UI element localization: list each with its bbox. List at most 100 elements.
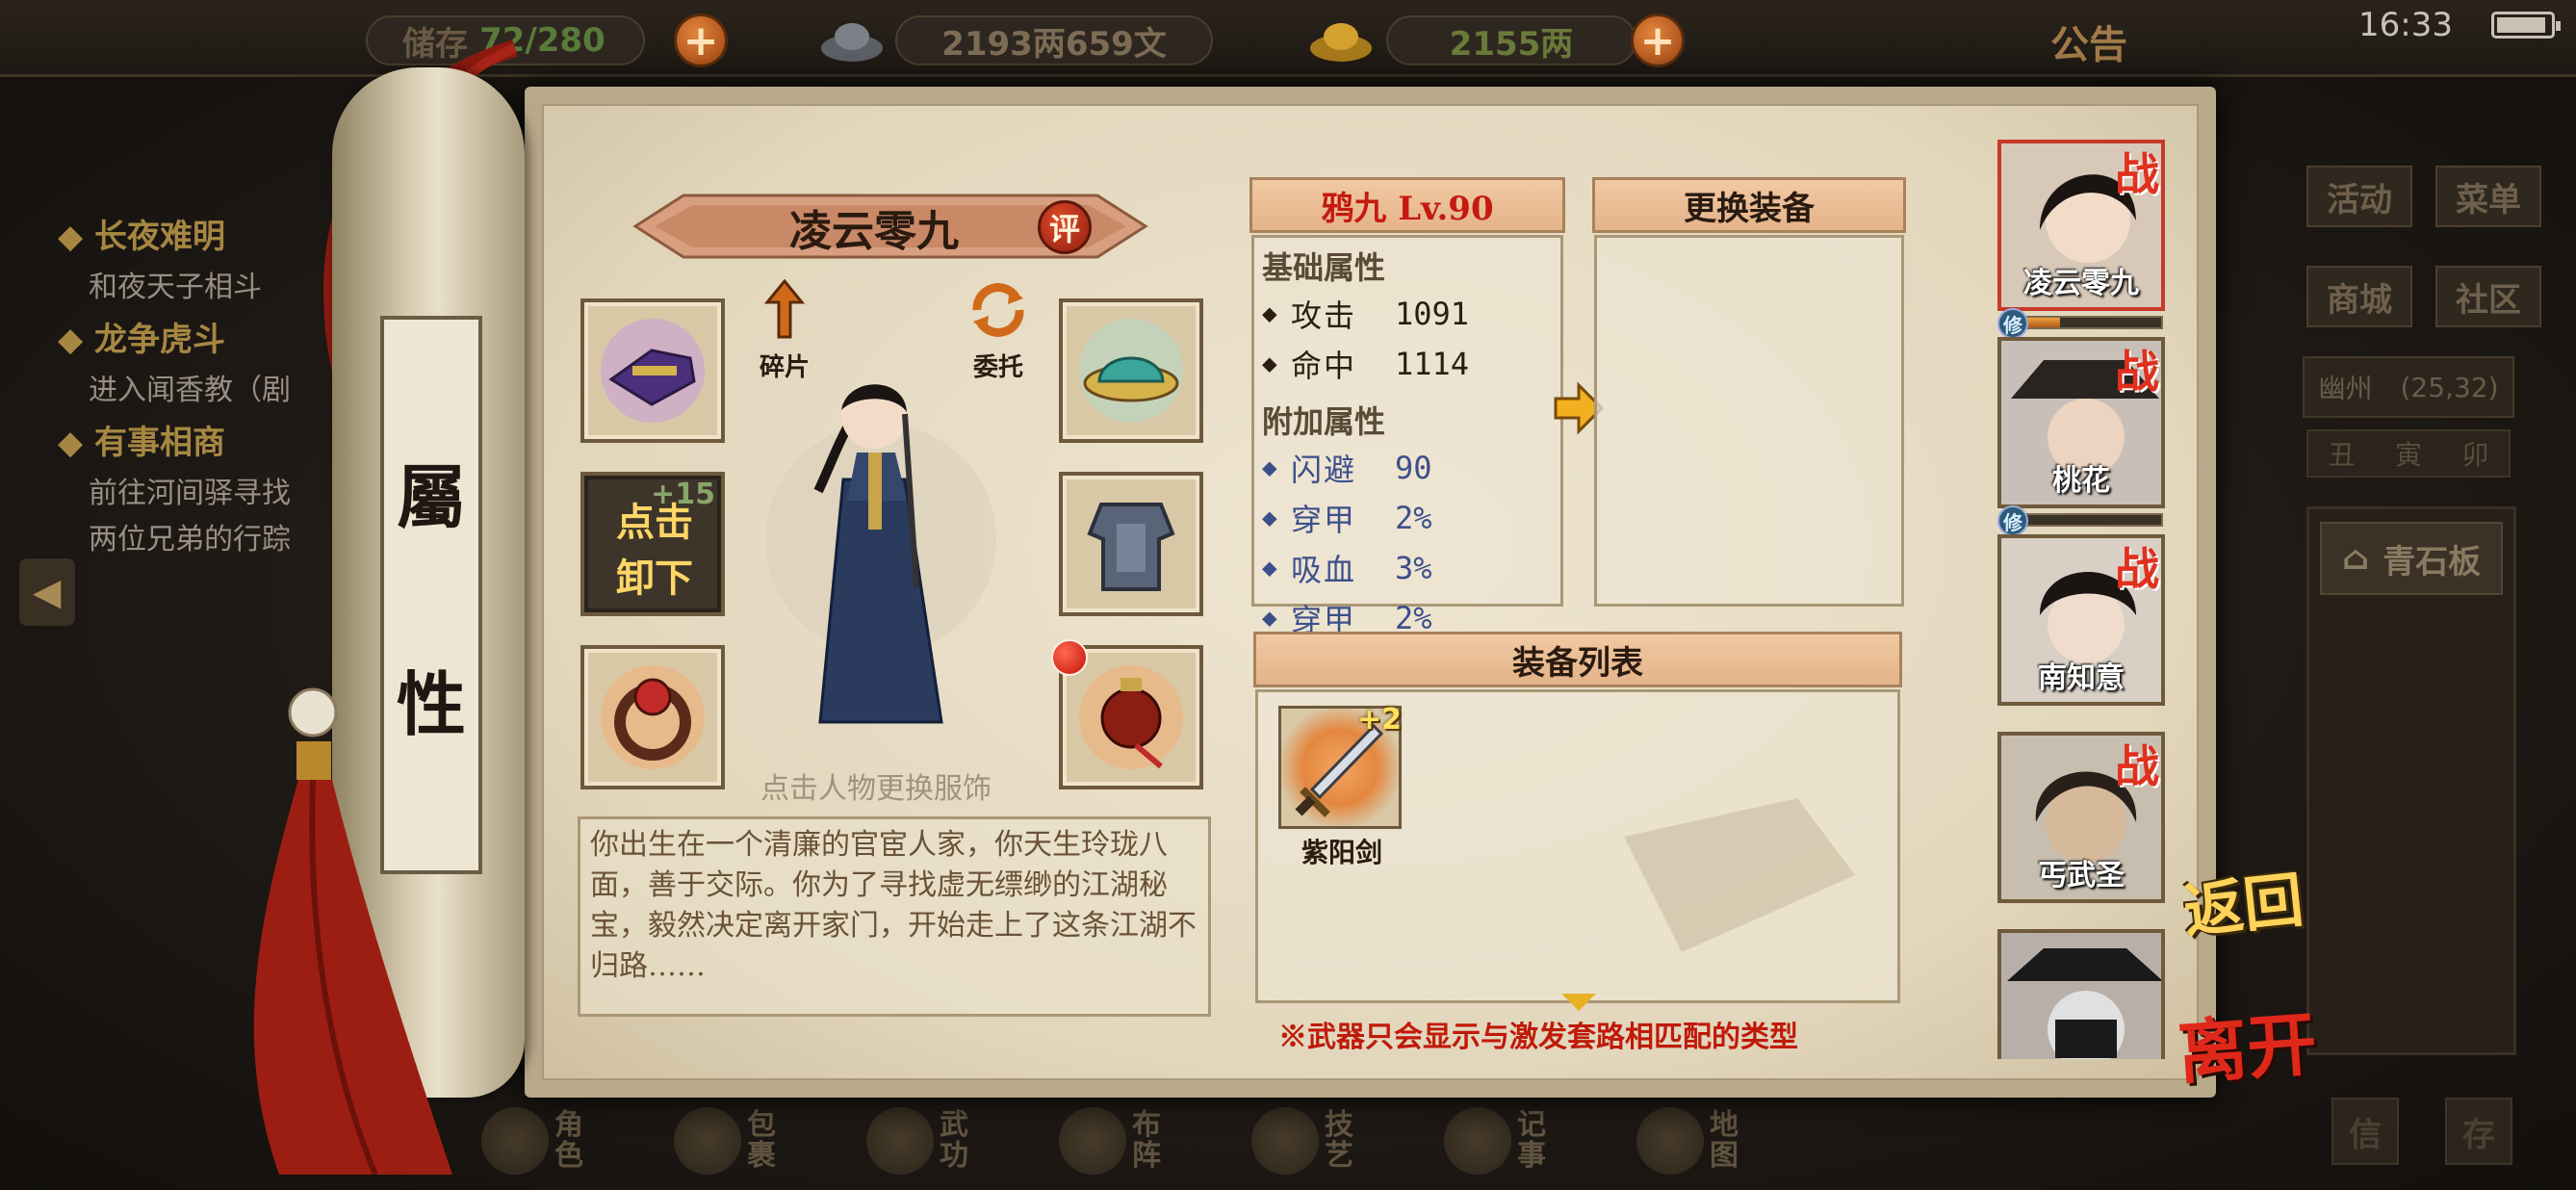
collapse-left-button[interactable]: ◀ — [19, 558, 75, 626]
formation-icon — [1059, 1107, 1126, 1175]
party-member[interactable]: 战 南知意 — [1997, 534, 2165, 706]
party-list: 战 凌云零九 修 战 桃花 修 战 南知意 战 丐武圣 — [1997, 135, 2171, 1059]
stone-button[interactable]: ⌂ 青石板 — [2320, 522, 2503, 595]
nav-map[interactable]: 地图 — [1636, 1098, 1790, 1184]
equip-item-plus: +2 — [1357, 703, 1403, 737]
fragment-arrows-icon — [763, 278, 806, 339]
unload-line: 卸下 — [616, 556, 693, 601]
nav-label: 布阵 — [1132, 1108, 1161, 1173]
nav-label: 技艺 — [1325, 1108, 1353, 1173]
battle-tag: 战 — [2115, 543, 2159, 595]
battery-icon — [2491, 12, 2561, 39]
battle-tag: 战 — [2115, 346, 2159, 398]
nav-label: 角色 — [554, 1108, 583, 1173]
attr-value: 90 — [1395, 450, 1432, 486]
bottom-nav: 角色 包裹 武功 布阵 技艺 记事 地图 — [481, 1098, 2310, 1190]
extra-attr-row: ◆ 吸血 3% — [1262, 546, 1560, 590]
nav-skills[interactable]: 技艺 — [1251, 1098, 1405, 1184]
hat-icon — [1079, 319, 1183, 423]
bracers-icon — [601, 319, 705, 423]
role-icon — [481, 1107, 549, 1175]
slot-ring[interactable] — [580, 645, 725, 789]
return-button[interactable]: 返回 — [2179, 851, 2307, 949]
location-coords: (25,32) — [2400, 371, 2499, 403]
nav-bag[interactable]: 包裹 — [674, 1098, 828, 1184]
equip-list-header: 装备列表 — [1253, 632, 1902, 687]
equip-item-name: 紫阳剑 — [1301, 837, 1383, 868]
bag-icon — [674, 1107, 741, 1175]
ring-icon — [601, 665, 705, 769]
notification-dot — [1051, 639, 1088, 676]
time-mark: 寅 — [2394, 439, 2422, 471]
battle-tag: 战 — [2115, 740, 2159, 792]
community-button[interactable]: 社区 — [2435, 266, 2541, 327]
pouch-icon — [1079, 665, 1183, 769]
slot-hat[interactable] — [1059, 298, 1203, 443]
party-name: 凌云零九 — [2023, 267, 2139, 300]
attr-name: 闪避 — [1291, 452, 1357, 488]
unload-label: 点击 卸下 — [611, 495, 698, 607]
character-portrait[interactable] — [760, 356, 1001, 741]
time-dial: 丑 寅 卯 — [2306, 429, 2511, 478]
base-attr-title: 基础属性 — [1262, 249, 1386, 286]
leave-button[interactable]: 离开 — [2175, 987, 2320, 1098]
nav-label: 地图 — [1710, 1108, 1739, 1173]
tab-char: 屬 — [396, 456, 466, 538]
nav-label: 记事 — [1517, 1108, 1546, 1173]
gold-plus-button[interactable]: + — [1631, 13, 1685, 67]
gold-ingot-icon — [1310, 23, 1372, 62]
party-name: 南知意 — [2038, 661, 2125, 695]
nav-martial[interactable]: 武功 — [866, 1098, 1020, 1184]
letter-button[interactable]: 信 — [2331, 1098, 2399, 1165]
attr-name: 穿甲 — [1291, 502, 1357, 538]
party-member[interactable] — [1997, 929, 2165, 1059]
weapon-plus-badge: +15 — [651, 478, 715, 511]
cultivation-badge: 修 — [1997, 308, 2028, 339]
bag-plus-button[interactable]: + — [674, 13, 728, 67]
location-name: 幽州 — [2318, 373, 2373, 404]
attr-value: 2% — [1395, 500, 1432, 536]
scroll-down-icon[interactable] — [1561, 994, 1596, 1011]
evaluate-button[interactable]: 评 — [1038, 200, 1092, 254]
scroll-watermark-icon — [1624, 798, 1855, 952]
tassel-icon — [253, 687, 452, 1175]
character-bio: 你出生在一个清廉的官宦人家，你天生玲珑八面，善于交际。你为了寻找虚无缥缈的江湖秘… — [578, 816, 1211, 1017]
attributes-header: 鸦九 Lv.90 — [1249, 177, 1565, 233]
menu-button[interactable]: 菜单 — [2435, 166, 2541, 227]
base-attr-row: ◆ 攻击 1091 — [1262, 292, 1560, 336]
attr-value: 3% — [1395, 550, 1432, 586]
party-member[interactable]: 战 凌云零九 — [1997, 140, 2165, 311]
journal-icon — [1444, 1107, 1511, 1175]
save-button[interactable]: 存 — [2445, 1098, 2512, 1165]
cultivation-badge: 修 — [1997, 505, 2028, 536]
nav-formation[interactable]: 布阵 — [1059, 1098, 1213, 1184]
attr-name: 命中 — [1291, 348, 1357, 384]
attributes-box: 基础属性 ◆ 攻击 1091 ◆ 命中 1114 附加属性 ◆ 闪避 90 ◆ 穿甲 2% ◆ 吸… — [1251, 235, 1563, 638]
skills-icon — [1251, 1107, 1319, 1175]
weapon-note: ※武器只会显示与激发套路相匹配的类型 — [1278, 1021, 1798, 1054]
nav-role[interactable]: 角色 — [481, 1098, 635, 1184]
party-member[interactable]: 战 丐武圣 — [1997, 732, 2165, 903]
party-name: 桃花 — [2052, 464, 2110, 498]
extra-attr-row: ◆ 穿甲 2% — [1262, 496, 1560, 540]
shop-button[interactable]: 商城 — [2306, 266, 2412, 327]
extra-attr-row: ◆ 闪避 90 — [1262, 446, 1560, 490]
slot-armor[interactable] — [1059, 472, 1203, 616]
silver-ingot-icon — [821, 23, 883, 62]
nav-journal[interactable]: 记事 — [1444, 1098, 1598, 1184]
location-display: 幽州 (25,32) — [2303, 356, 2514, 418]
party-name: 丐武圣 — [2038, 859, 2125, 892]
character-name: 凌云零九 — [789, 207, 959, 256]
gold-amount: 2155两 — [1386, 15, 1636, 65]
slot-bracers[interactable] — [580, 298, 725, 443]
nav-label: 包裹 — [747, 1108, 776, 1173]
party-member[interactable]: 战 桃花 — [1997, 337, 2165, 508]
clock: 16:33 — [2358, 6, 2453, 44]
avatar — [2001, 933, 2161, 1059]
change-outfit-hint: 点击人物更换服饰 — [760, 772, 992, 806]
time-mark: 卯 — [2461, 439, 2489, 471]
notice-button[interactable]: 公告 — [2050, 13, 2127, 69]
map-icon — [1636, 1107, 1704, 1175]
slot-weapon-unload[interactable]: 点击 卸下 +15 — [580, 472, 725, 616]
activity-button[interactable]: 活动 — [2306, 166, 2412, 227]
